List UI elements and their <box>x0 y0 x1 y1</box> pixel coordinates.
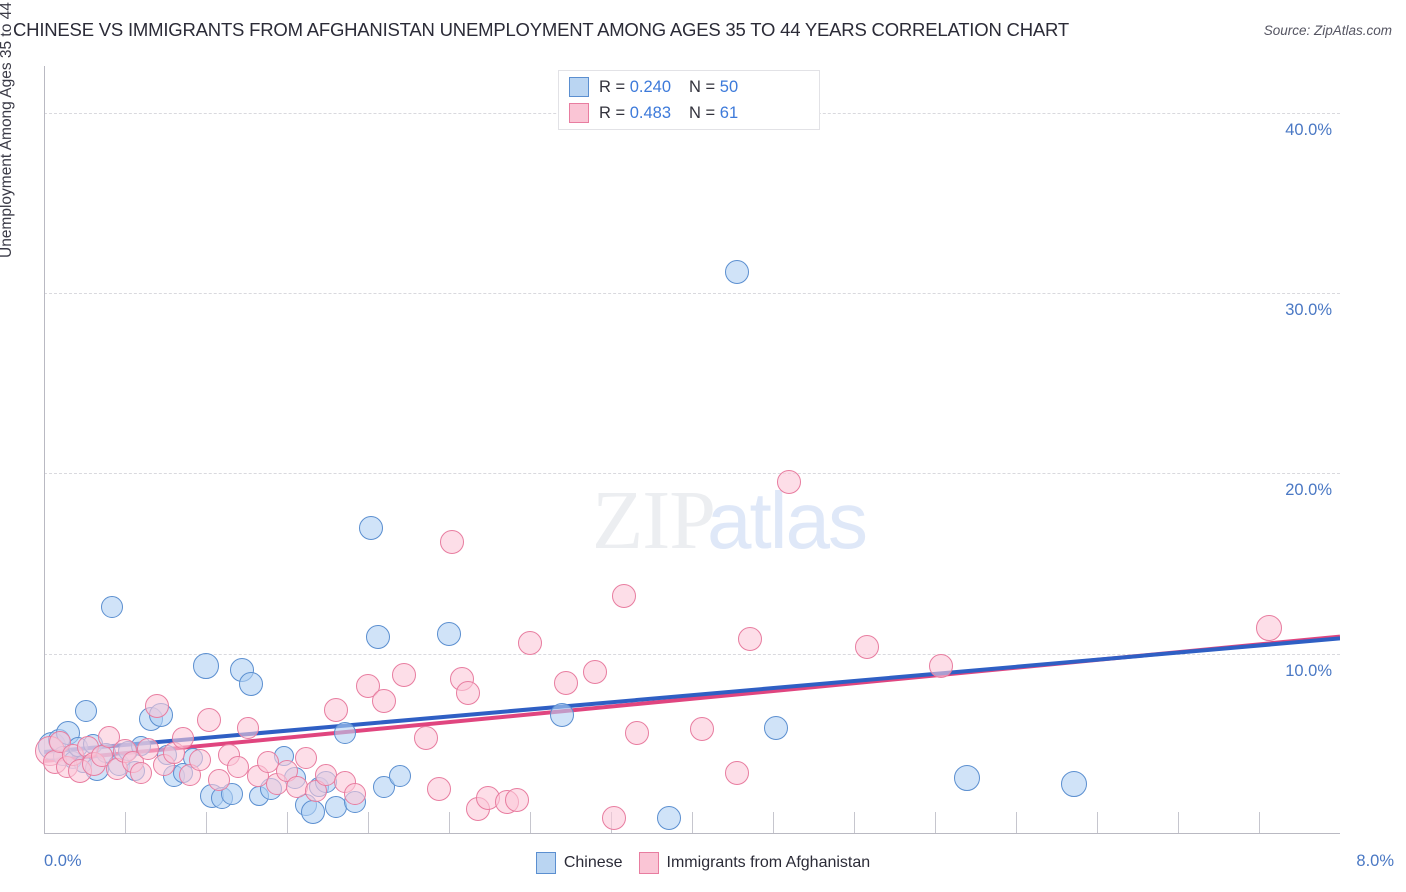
data-point-pink[interactable] <box>130 761 153 784</box>
source-label: Source: ZipAtlas.com <box>1263 23 1392 38</box>
data-point-pink[interactable] <box>427 776 452 801</box>
data-point-pink[interactable] <box>1255 615 1282 642</box>
data-point-pink[interactable] <box>207 768 230 791</box>
legend-item-chinese[interactable]: Chinese <box>535 852 623 874</box>
data-point-pink[interactable] <box>295 747 318 770</box>
data-point-blue[interactable] <box>239 672 264 697</box>
data-point-pink[interactable] <box>197 708 222 733</box>
y-axis-label-20.0%: 20.0% <box>1285 481 1332 500</box>
data-point-blue[interactable] <box>193 653 219 680</box>
data-point-pink[interactable] <box>172 727 195 750</box>
series-legend: Chinese Immigrants from Afghanistan <box>0 848 1406 878</box>
chart-header: CHINESE VS IMMIGRANTS FROM AFGHANISTAN U… <box>0 0 1406 56</box>
legend-swatch-chinese <box>535 852 556 874</box>
r-value-chinese: 0.240 <box>629 77 672 96</box>
data-point-blue[interactable] <box>75 700 98 723</box>
legend-item-afghanistan[interactable]: Immigrants from Afghanistan <box>638 852 871 874</box>
data-point-pink[interactable] <box>777 470 802 495</box>
data-point-blue[interactable] <box>657 805 682 830</box>
data-point-blue[interactable] <box>437 621 461 646</box>
data-point-blue[interactable] <box>365 625 390 650</box>
data-point-pink[interactable] <box>854 634 879 659</box>
data-point-blue[interactable] <box>725 259 750 284</box>
page-title: CHINESE VS IMMIGRANTS FROM AFGHANISTAN U… <box>13 19 1069 40</box>
r-value-afghanistan: 0.483 <box>629 103 672 122</box>
data-point-blue[interactable] <box>764 715 789 740</box>
data-point-pink[interactable] <box>440 529 465 554</box>
data-point-pink[interactable] <box>323 697 348 722</box>
data-point-blue[interactable] <box>300 800 325 825</box>
stats-swatch-afghanistan <box>569 103 589 123</box>
y-axis-label-30.0%: 30.0% <box>1285 301 1332 320</box>
data-point-pink[interactable] <box>725 760 750 785</box>
data-point-pink[interactable] <box>611 584 636 609</box>
stats-swatch-chinese <box>569 77 589 97</box>
data-point-pink[interactable] <box>505 787 530 812</box>
data-point-pink[interactable] <box>624 721 649 746</box>
n-value-afghanistan: 61 <box>719 103 739 122</box>
data-point-blue[interactable] <box>101 595 124 618</box>
data-point-blue[interactable] <box>550 703 575 727</box>
stats-row-chinese: R = 0.240 N = 50 <box>569 74 738 100</box>
stats-row-afghanistan: R = 0.483 N = 61 <box>569 100 738 126</box>
data-point-blue[interactable] <box>359 515 384 540</box>
data-points <box>35 66 1340 834</box>
data-point-blue[interactable] <box>954 765 981 792</box>
data-point-blue[interactable] <box>334 722 357 745</box>
data-point-pink[interactable] <box>414 726 439 751</box>
legend-label-chinese: Chinese <box>563 854 623 871</box>
stats-text-chinese: R = 0.240 N = 50 <box>599 77 739 96</box>
data-point-blue[interactable] <box>1061 770 1088 797</box>
legend-label-afghanistan: Immigrants from Afghanistan <box>666 854 871 871</box>
data-point-pink[interactable] <box>372 688 397 713</box>
data-point-pink[interactable] <box>188 749 211 772</box>
data-point-pink[interactable] <box>456 681 481 706</box>
data-point-pink[interactable] <box>689 717 714 742</box>
data-point-pink[interactable] <box>391 663 416 688</box>
data-point-pink[interactable] <box>738 627 763 652</box>
data-point-pink[interactable] <box>518 630 542 655</box>
data-point-pink[interactable] <box>602 805 627 830</box>
y-axis-label-10.0%: 10.0% <box>1285 661 1332 680</box>
data-point-pink[interactable] <box>582 659 607 684</box>
data-point-blue[interactable] <box>389 765 412 788</box>
legend-swatch-afghanistan <box>638 852 659 874</box>
data-point-pink[interactable] <box>553 670 578 695</box>
stats-text-afghanistan: R = 0.483 N = 61 <box>599 103 739 122</box>
data-point-pink[interactable] <box>929 654 954 679</box>
scatter-plot: ZIPatlas 10.0% 20.0% 30.0% 40.0% <box>35 66 1340 834</box>
y-axis-label-40.0%: 40.0% <box>1285 120 1332 139</box>
data-point-pink[interactable] <box>237 716 260 739</box>
y-axis-title: Unemployment Among Ages 35 to 44 years <box>0 0 15 258</box>
n-value-chinese: 50 <box>719 77 739 96</box>
correlation-stats-box: R = 0.240 N = 50 R = 0.483 N = 61 <box>558 70 820 130</box>
